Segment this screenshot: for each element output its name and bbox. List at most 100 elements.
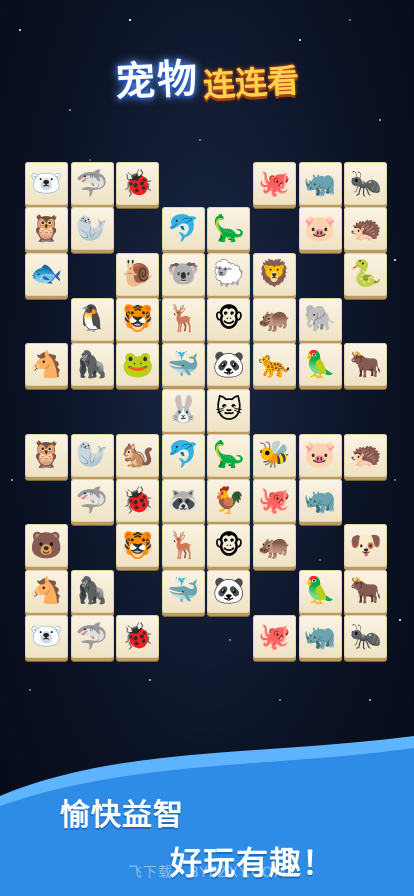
polar-bear-icon: 🐻‍❄️ [30, 168, 63, 199]
tile-dinosaur[interactable]: 🦕 [207, 433, 251, 477]
octopus-icon: 🐙 [258, 485, 291, 516]
owl-icon: 🦉 [30, 440, 63, 471]
tile-panda[interactable]: 🐼 [207, 569, 251, 613]
tile-frog[interactable]: 🐸 [116, 343, 160, 387]
horse-icon: 🐴 [30, 576, 63, 607]
tile-dolphin[interactable]: 🐬 [161, 433, 205, 477]
tile-koala[interactable]: 🐨 [161, 252, 205, 296]
dog-icon: 🐶 [349, 530, 382, 561]
tile-rhino[interactable]: 🦏 [298, 615, 342, 658]
dolphin-icon: 🐬 [167, 440, 200, 471]
tile-ox[interactable]: 🐂 [344, 569, 388, 613]
tile-bee[interactable]: 🐝 [253, 433, 296, 477]
tile-owl[interactable]: 🦉 [25, 433, 68, 477]
tile-squirrel[interactable]: 🐿️ [116, 433, 160, 477]
tile-octopus[interactable]: 🐙 [253, 479, 296, 523]
rhino-icon: 🦏 [303, 485, 337, 516]
tile-rooster[interactable]: 🐓 [207, 479, 251, 523]
tile-rhino[interactable]: 🦏 [298, 479, 342, 523]
tile-hedgehog[interactable]: 🦔 [344, 207, 388, 251]
tile-pig[interactable]: 🐷 [298, 433, 342, 477]
tile-owl[interactable]: 🦉 [25, 207, 68, 251]
tile-seal[interactable]: 🦭 [70, 207, 114, 251]
tile-hippo[interactable]: 🦛 [253, 524, 296, 568]
seal-icon: 🦭 [75, 213, 109, 244]
tile-seal[interactable]: 🦭 [70, 433, 114, 477]
monkey-icon: 🐵 [213, 530, 244, 561]
tile-tiger[interactable]: 🐯 [116, 524, 160, 568]
raccoon-icon: 🦝 [167, 485, 200, 516]
tile-whale[interactable]: 🐳 [161, 343, 205, 387]
tile-pig[interactable]: 🐷 [298, 207, 342, 251]
hippo-icon: 🦛 [258, 530, 291, 561]
dolphin-icon: 🐬 [167, 213, 200, 244]
tile-sheep[interactable]: 🐑 [207, 252, 251, 296]
tile-penguin[interactable]: 🐧 [70, 297, 114, 341]
tile-tiger[interactable]: 🐯 [116, 297, 160, 341]
tile-polar-bear[interactable]: 🐻‍❄️ [25, 615, 68, 658]
tile-ladybug[interactable]: 🐞 [116, 615, 160, 658]
tile-lion[interactable]: 🦁 [253, 252, 296, 296]
tile-elephant[interactable]: 🐘 [298, 297, 342, 341]
dinosaur-icon: 🦕 [212, 213, 246, 244]
tile-octopus[interactable]: 🐙 [253, 162, 296, 205]
frog-icon: 🐸 [121, 349, 154, 380]
slogan-line-1: 愉快益智 [60, 798, 184, 833]
hippo-icon: 🦛 [258, 304, 291, 335]
fish-icon: 🐟 [30, 259, 63, 290]
tile-parrot[interactable]: 🦜 [298, 569, 342, 613]
tile-dolphin[interactable]: 🐬 [161, 207, 205, 251]
tile-gorilla[interactable]: 🦍 [70, 569, 114, 613]
snake-icon: 🐍 [349, 259, 382, 290]
tile-shark[interactable]: 🦈 [70, 479, 114, 523]
tile-ladybug[interactable]: 🐞 [116, 479, 160, 523]
parrot-icon: 🦜 [303, 349, 337, 380]
tile-rhino[interactable]: 🦏 [298, 162, 342, 205]
tile-dog[interactable]: 🐶 [344, 524, 388, 568]
ant-icon: 🐜 [349, 168, 382, 199]
gorilla-icon: 🦍 [75, 576, 109, 607]
tile-gorilla[interactable]: 🦍 [70, 343, 114, 387]
tile-deer[interactable]: 🦌 [161, 297, 205, 341]
tile-leopard[interactable]: 🐆 [253, 343, 296, 387]
tile-snake[interactable]: 🐍 [344, 252, 388, 296]
tile-ladybug[interactable]: 🐞 [116, 162, 160, 205]
tile-horse[interactable]: 🐴 [25, 569, 68, 613]
tile-ant[interactable]: 🐜 [344, 162, 388, 205]
tile-cat[interactable]: 🐱 [207, 388, 251, 432]
tile-octopus[interactable]: 🐙 [253, 615, 296, 658]
seal-icon: 🦭 [75, 440, 109, 471]
tile-shark[interactable]: 🦈 [70, 162, 114, 205]
tile-dinosaur[interactable]: 🦕 [207, 207, 251, 251]
rooster-icon: 🐓 [212, 485, 246, 516]
tile-deer[interactable]: 🦌 [161, 524, 205, 568]
tile-hippo[interactable]: 🦛 [253, 297, 296, 341]
tile-panda[interactable]: 🐼 [207, 343, 251, 387]
parrot-icon: 🦜 [303, 576, 337, 607]
shark-icon: 🦈 [75, 621, 109, 652]
elephant-icon: 🐘 [303, 304, 337, 335]
tile-shark[interactable]: 🦈 [70, 615, 114, 658]
tile-bear[interactable]: 🐻 [25, 524, 68, 568]
tile-ox[interactable]: 🐂 [344, 343, 388, 387]
tile-parrot[interactable]: 🦜 [298, 343, 342, 387]
dinosaur-icon: 🦕 [212, 440, 246, 471]
tile-snail[interactable]: 🐌 [116, 252, 160, 296]
tile-ant[interactable]: 🐜 [344, 615, 388, 658]
tile-monkey[interactable]: 🐵 [207, 524, 251, 568]
tile-rabbit[interactable]: 🐰 [161, 388, 205, 432]
tile-hedgehog[interactable]: 🦔 [344, 433, 388, 477]
ox-icon: 🐂 [349, 576, 382, 607]
gorilla-icon: 🦍 [75, 349, 109, 380]
tile-horse[interactable]: 🐴 [25, 343, 68, 387]
horse-icon: 🐴 [30, 349, 63, 380]
tile-polar-bear[interactable]: 🐻‍❄️ [25, 162, 68, 205]
tile-monkey[interactable]: 🐵 [207, 297, 251, 341]
tile-whale[interactable]: 🐳 [161, 569, 205, 613]
octopus-icon: 🐙 [258, 621, 291, 652]
tile-fish[interactable]: 🐟 [25, 252, 68, 296]
owl-icon: 🦉 [30, 213, 63, 244]
ladybug-icon: 🐞 [121, 168, 154, 199]
tile-raccoon[interactable]: 🦝 [161, 479, 205, 523]
ant-icon: 🐜 [349, 621, 382, 652]
